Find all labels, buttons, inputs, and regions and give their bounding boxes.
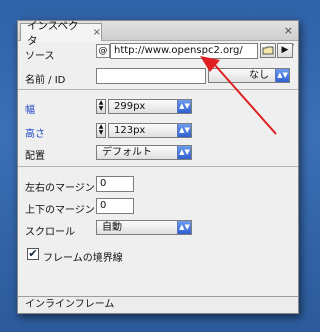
desktop: { "panel": { "tab_label": "インスペクタ", "tab…	[0, 0, 318, 332]
annotation-arrow-icon	[200, 56, 277, 135]
